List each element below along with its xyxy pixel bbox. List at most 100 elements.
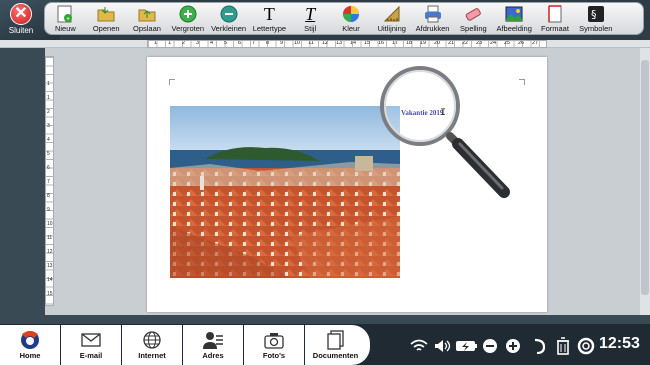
dock-fotos[interactable]: Foto's — [244, 325, 305, 365]
tool-vergroten[interactable]: Vergroten — [167, 3, 208, 34]
vertical-scrollbar[interactable] — [640, 48, 650, 315]
ruler-mark: 6 — [238, 40, 242, 46]
camera-icon — [263, 330, 285, 350]
app-dock: Home E-mail Internet Adres Foto's Docume… — [0, 325, 370, 365]
minus-icon[interactable] — [481, 333, 499, 359]
tool-spelling[interactable]: Spelling — [453, 3, 494, 34]
zoom-out-icon — [220, 5, 238, 23]
ruler-mark: 1 — [154, 40, 158, 46]
ruler-mark: 11 — [308, 40, 314, 46]
print-icon — [424, 5, 442, 23]
ruler-mark: 2 — [182, 40, 186, 46]
ruler-mark: 8 — [266, 40, 270, 46]
tool-kleur[interactable]: Kleur — [331, 3, 372, 34]
tool-verkleinen[interactable]: Verkleinen — [208, 3, 249, 34]
ruler-mark: 14 — [350, 40, 357, 46]
horizontal-ruler[interactable]: 1 1 2 3 4 5 6 7 8 9 10 11 12 13 14 15 16 17 18 19 20 21 22 23 24… — [147, 40, 547, 48]
plus-icon[interactable] — [504, 333, 522, 359]
zoom-in-icon — [179, 5, 197, 23]
email-icon — [80, 330, 102, 350]
contacts-icon — [202, 330, 224, 350]
close-label: Sluiten — [8, 26, 34, 35]
ruler-mark: 15 — [47, 291, 53, 297]
ruler-mark: 27 — [532, 40, 539, 46]
dock-internet[interactable]: Internet — [122, 325, 183, 365]
close-icon: ✕ — [10, 3, 32, 25]
ruler-mark: 13 — [47, 263, 53, 269]
ruler-mark: 9 — [47, 207, 50, 213]
save-icon — [138, 5, 156, 23]
home-icon — [19, 330, 41, 350]
magnifier-icon — [380, 66, 510, 198]
ruler-mark: 15 — [364, 40, 371, 46]
trash-icon[interactable] — [554, 333, 572, 359]
scrollbar-thumb[interactable] — [641, 60, 649, 295]
new-document-icon: + — [56, 5, 74, 23]
globe-icon — [142, 330, 162, 350]
spelling-icon — [464, 5, 482, 23]
tool-afbeelding[interactable]: Afbeelding — [494, 3, 535, 34]
ruler-mark: 20 — [434, 40, 441, 46]
dock-adres[interactable]: Adres — [183, 325, 244, 365]
ruler-mark: 24 — [490, 40, 497, 46]
margin-corner — [519, 79, 525, 85]
dock-email[interactable]: E-mail — [61, 325, 122, 365]
volume-icon[interactable] — [432, 333, 452, 359]
ruler-mark: 12 — [322, 40, 329, 46]
ruler-mark: 12 — [47, 249, 53, 255]
svg-text:+: + — [66, 16, 70, 23]
style-icon: T — [305, 4, 316, 24]
ruler-mark: 2 — [47, 109, 50, 115]
ruler-mark: 1 — [168, 40, 172, 46]
ruler-mark: 13 — [336, 40, 343, 46]
tool-openen[interactable]: Openen — [86, 3, 127, 34]
ruler-mark: 16 — [47, 305, 53, 306]
help-icon[interactable] — [576, 333, 596, 359]
tool-uitlijning[interactable]: Uitlijning — [371, 3, 412, 34]
toolbar: + Nieuw Openen Opslaan Vergroten Verklei… — [44, 2, 644, 35]
ruler-mark: 7 — [252, 40, 256, 46]
ruler-mark: 1 — [47, 95, 50, 101]
ruler-mark: 3 — [47, 123, 50, 129]
tool-opslaan[interactable]: Opslaan — [127, 3, 168, 34]
tool-stijl[interactable]: T Stijl — [290, 3, 331, 34]
ruler-mark: 7 — [47, 179, 50, 185]
ruler-mark: 21 — [448, 40, 455, 46]
svg-text:§: § — [591, 8, 597, 21]
ruler-mark: 16 — [378, 40, 385, 46]
ruler-mark: 19 — [420, 40, 427, 46]
ruler-mark: 8 — [47, 193, 50, 199]
document-image[interactable] — [170, 106, 400, 278]
tool-lettertype[interactable]: T Lettertype — [249, 3, 290, 34]
horizontal-scrollbar — [45, 315, 640, 324]
image-icon — [505, 5, 523, 23]
ruler-mark: 6 — [47, 165, 50, 171]
dock-home[interactable]: Home — [0, 325, 61, 365]
ruler-mark: 5 — [47, 151, 50, 157]
symbols-icon: § — [587, 5, 605, 23]
margin-corner — [169, 79, 175, 85]
battery-icon — [454, 333, 480, 359]
ruler-mark: 1 — [47, 81, 50, 87]
ruler-mark: 4 — [47, 137, 50, 143]
ruler-mark: 18 — [406, 40, 413, 46]
dock-documenten[interactable]: Documenten — [305, 325, 366, 365]
ruler-mark: 11 — [47, 235, 53, 241]
ruler-mark: 9 — [280, 40, 284, 46]
ruler-ticks — [148, 41, 546, 47]
close-button[interactable]: ✕ Sluiten — [4, 3, 38, 39]
format-icon — [546, 5, 564, 23]
ruler-mark: 5 — [224, 40, 228, 46]
tool-afdrukken[interactable]: Afdrukken — [412, 3, 453, 34]
tool-symbolen[interactable]: § Symbolen — [575, 3, 616, 34]
open-folder-icon — [97, 5, 115, 23]
clock: 12:53 — [599, 335, 640, 352]
ruler-mark: 23 — [476, 40, 483, 46]
wifi-icon[interactable] — [408, 333, 430, 359]
back-icon[interactable] — [530, 333, 548, 359]
tool-formaat[interactable]: Formaat — [535, 3, 576, 34]
ruler-mark: 26 — [518, 40, 525, 46]
ruler-mark: 25 — [504, 40, 511, 46]
vertical-ruler[interactable]: 112345678910111213141516 — [45, 56, 54, 306]
tool-nieuw[interactable]: + Nieuw — [45, 3, 86, 34]
